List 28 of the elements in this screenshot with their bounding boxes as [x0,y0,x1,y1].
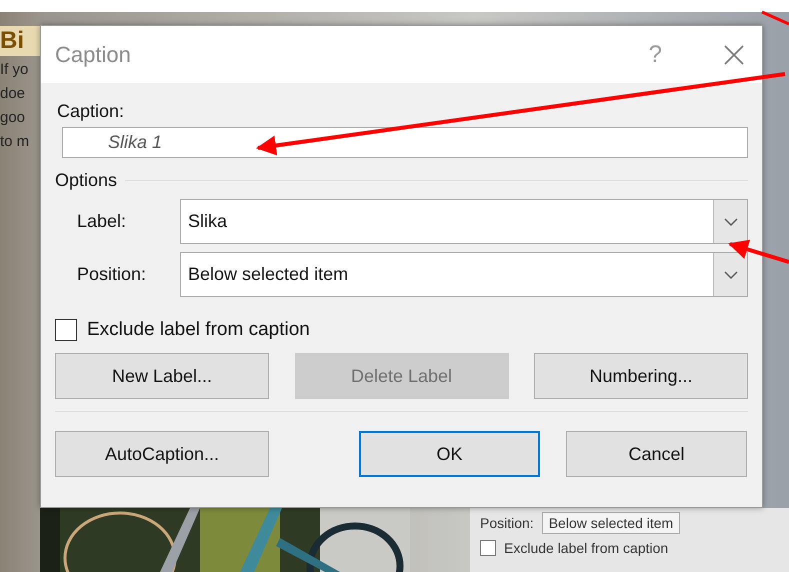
dialog-button[interactable]: AutoCaption... [55,431,269,477]
chevron-down-icon [724,218,738,226]
position-label: Position: [480,515,534,531]
caption-field[interactable]: Slika 1 [62,127,748,158]
field-label: Position: [76,264,148,285]
caption-label: Caption: [57,101,126,122]
checkbox-label: Exclude label from caption [87,319,310,341]
document-text: to m [0,132,30,152]
window-title: Caption [55,42,132,68]
checkbox[interactable] [55,319,77,341]
document-text: doe [0,84,26,104]
close-icon[interactable] [724,44,744,64]
dropdown-field[interactable]: Below selected item [180,252,748,297]
checkbox-label: Exclude label from caption [504,540,668,556]
position-field: Below selected item [542,512,680,534]
document-text: Bi [0,26,40,56]
options-heading: Options [55,170,118,191]
field-label: Label: [76,211,128,232]
annotation-line [761,10,789,26]
dialog-button[interactable]: New Label... [55,353,269,399]
dialog-button[interactable]: Cancel [566,431,747,477]
dialog-button[interactable]: OK [359,431,540,477]
chevron-down-icon [724,270,738,278]
document-text: goo [0,108,26,128]
annotation-arrow [728,240,789,264]
dropdown-field[interactable]: Slika [180,199,748,244]
dialog-button[interactable]: Numbering... [534,353,748,399]
document-text: If yo [0,60,30,80]
